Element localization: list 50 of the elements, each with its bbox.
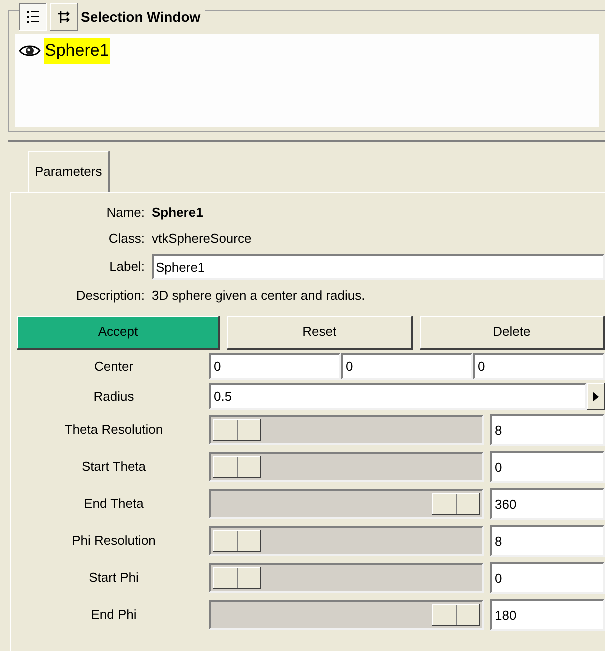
parameter-label: Theta Resolution <box>64 421 164 440</box>
field-value: 3D sphere given a center and radius. <box>152 287 366 305</box>
slider-thumb[interactable] <box>213 456 261 478</box>
parameter-label: Start Phi <box>88 569 140 588</box>
field-label: Label: <box>108 258 145 276</box>
parameter-label: Center <box>93 358 135 376</box>
panel-title: Selection Window <box>81 8 201 26</box>
value-input[interactable]: 8 <box>490 525 605 557</box>
arrow-button[interactable] <box>587 383 605 410</box>
slider-thumb[interactable] <box>432 493 480 515</box>
parameter-label: Start Theta <box>80 458 148 476</box>
value-input[interactable]: 0 <box>490 451 605 483</box>
parameter-label: End Phi <box>90 606 138 624</box>
field-label: Description: <box>75 287 145 305</box>
list-icon <box>26 10 40 24</box>
value-input[interactable]: 0 <box>490 562 605 594</box>
eye-icon[interactable] <box>19 44 41 58</box>
action-button[interactable]: Accept <box>17 316 220 350</box>
slider-thumb[interactable] <box>432 604 480 626</box>
field-value: Sphere1 <box>152 204 204 222</box>
toolbar-button[interactable] <box>19 3 47 31</box>
parameter-label: Phi Resolution <box>71 532 157 550</box>
slider[interactable] <box>209 452 484 482</box>
slider[interactable] <box>209 563 484 593</box>
slider[interactable] <box>209 415 484 445</box>
field-label: Name: <box>106 204 145 222</box>
action-button[interactable]: Reset <box>227 316 413 350</box>
value-input[interactable]: 8 <box>490 414 605 446</box>
slider-thumb[interactable] <box>213 419 261 441</box>
action-button[interactable]: Delete <box>420 316 605 350</box>
slider[interactable] <box>209 526 484 556</box>
value-input[interactable]: 0.5 <box>209 383 587 410</box>
value-input[interactable]: 0 <box>473 353 605 380</box>
value-input[interactable]: 180 <box>490 599 605 631</box>
tree-item[interactable]: Sphere1 <box>44 38 110 64</box>
value-input[interactable]: 0 <box>209 353 341 380</box>
slider-thumb[interactable] <box>213 567 261 589</box>
value-input[interactable]: 360 <box>490 488 605 520</box>
label-input[interactable]: Sphere1 <box>152 254 605 280</box>
parameter-label: End Theta <box>83 495 145 514</box>
field-value: vtkSphereSource <box>152 230 253 248</box>
value-input[interactable]: 0 <box>341 353 473 380</box>
field-label: Class: <box>108 230 145 248</box>
slider[interactable] <box>209 600 484 630</box>
tab[interactable]: Parameters <box>28 151 110 192</box>
slider[interactable] <box>209 489 484 519</box>
branch-arrows-icon <box>57 10 71 24</box>
slider-thumb[interactable] <box>213 530 261 552</box>
parameter-label: Radius <box>92 388 136 406</box>
right-triangle-icon <box>593 392 599 402</box>
